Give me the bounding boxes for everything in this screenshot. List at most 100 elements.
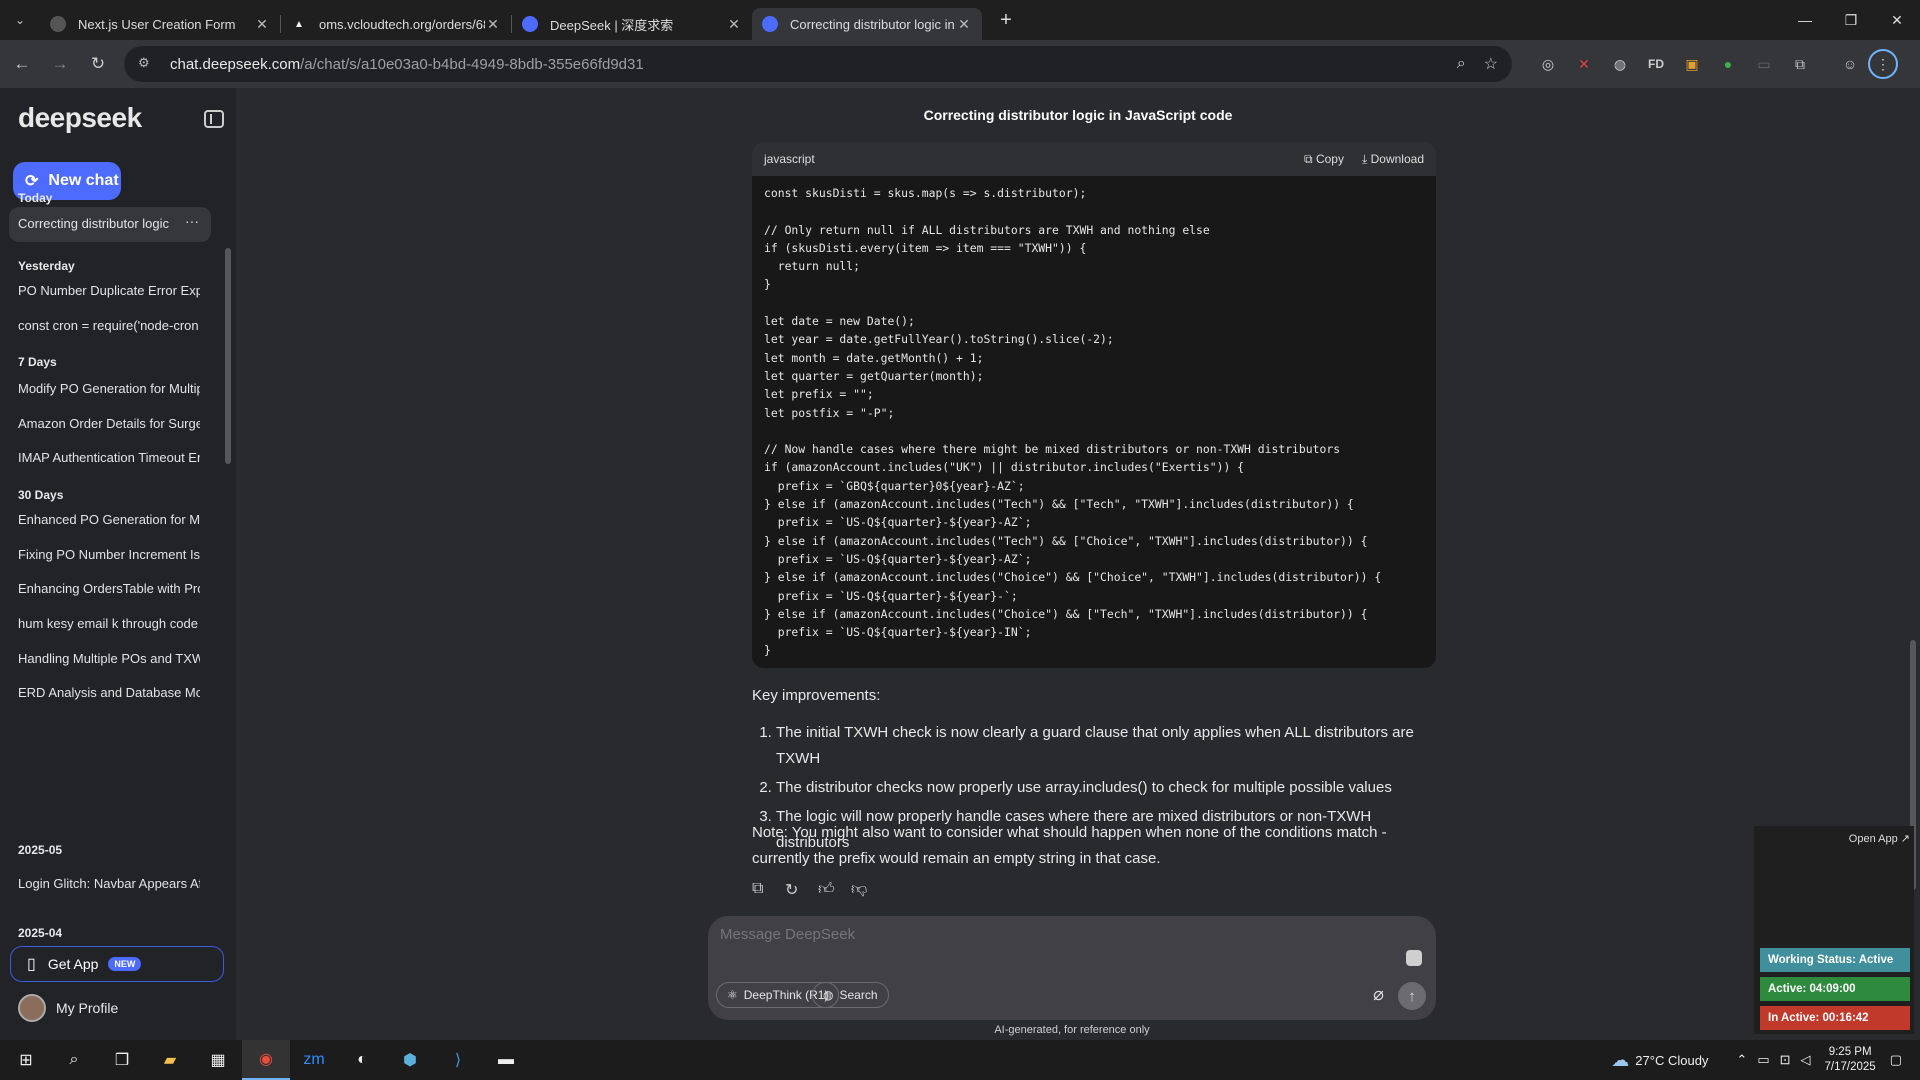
notifications-icon[interactable]: ▢: [1890, 1052, 1902, 1068]
group-label-today: Today: [18, 191, 53, 205]
tab-search-icon[interactable]: ⌄: [0, 0, 40, 40]
chevron-up-icon[interactable]: ⌃: [1736, 1052, 1747, 1068]
group-label-2025-05: 2025-05: [18, 843, 63, 857]
close-window-icon[interactable]: ✕: [1874, 0, 1920, 40]
attach-icon[interactable]: ⌀: [1373, 984, 1384, 1005]
badge-extension-icon[interactable]: ▣: [1674, 46, 1710, 82]
list-item: The initial TXWH check is now clearly a …: [776, 720, 1442, 772]
chrome-menu-icon[interactable]: ⋮: [1868, 49, 1898, 79]
browser-tab-1[interactable]: Next.js User Creation Form ✕: [40, 8, 280, 40]
network-icon[interactable]: ⊡: [1780, 1052, 1791, 1068]
battery-icon[interactable]: ▭: [1757, 1052, 1769, 1068]
search-icon[interactable]: ⌕: [50, 1040, 98, 1080]
task-view-icon[interactable]: ❒: [98, 1040, 146, 1080]
clock[interactable]: 9:25 PM 7/17/2025: [1825, 1045, 1876, 1075]
profile-avatar-icon[interactable]: ☺: [1832, 46, 1868, 82]
download-icon: ⤓: [1361, 151, 1368, 166]
date-text: 7/17/2025: [1824, 1061, 1876, 1073]
new-badge: NEW: [108, 957, 142, 971]
weather-text[interactable]: 27°C Cloudy: [1635, 1053, 1708, 1068]
close-icon[interactable]: ✕: [956, 16, 972, 33]
copy-label: Copy: [1315, 151, 1344, 166]
browser-tab-3[interactable]: DeepSeek | 深度求索 ✕: [512, 8, 752, 40]
browser-tab-2[interactable]: ▲ oms.vcloudtech.org/orders/687 ✕: [281, 8, 511, 40]
tab-title: Correcting distributor logic in J: [790, 16, 956, 32]
copy-code-button[interactable]: ⧉ Copy: [1304, 152, 1344, 167]
message-input[interactable]: [720, 926, 1320, 943]
file-explorer-icon[interactable]: ▰: [146, 1040, 194, 1080]
back-icon[interactable]: ←: [4, 46, 40, 82]
list-item: The distributor checks now properly use …: [776, 775, 1442, 801]
new-tab-icon[interactable]: +: [992, 9, 1020, 32]
download-label: Download: [1370, 151, 1424, 166]
zoom-icon[interactable]: ⌕: [1457, 55, 1466, 73]
chat-item[interactable]: Fixing PO Number Increment Iss: [18, 547, 200, 565]
site-info-icon[interactable]: ⚙: [138, 55, 156, 73]
globe-extension-icon[interactable]: ◍: [1602, 46, 1638, 82]
thumbs-up-icon[interactable]: 👍︎: [818, 880, 851, 900]
more-options-icon[interactable]: ···: [185, 213, 199, 229]
fd-extension-icon[interactable]: FD: [1638, 46, 1674, 82]
triangle-favicon-icon: ▲: [294, 18, 304, 30]
chat-item[interactable]: const cron = require('node-cron: [18, 318, 200, 336]
download-code-button[interactable]: ⤓ Download: [1362, 152, 1424, 167]
start-windows-icon[interactable]: ⊞: [2, 1040, 50, 1080]
reload-icon[interactable]: ↻: [80, 46, 116, 82]
chat-item[interactable]: ERD Analysis and Database Mod: [18, 685, 200, 703]
chat-item[interactable]: Handling Multiple POs and TXW: [18, 651, 200, 669]
close-icon[interactable]: ✕: [726, 16, 742, 33]
chat-item[interactable]: Amazon Order Details for Surge: [18, 416, 200, 434]
sidebar-scrollbar[interactable]: [225, 248, 231, 464]
vscode-icon[interactable]: ⟩: [434, 1040, 482, 1080]
zoom-app-icon[interactable]: zm: [290, 1040, 338, 1080]
bookmark-star-icon[interactable]: ☆: [1484, 54, 1498, 74]
address-bar[interactable]: ⚙ chat.deepseek.com /a/chat/s/a10e03a0-b…: [124, 46, 1512, 82]
store-icon[interactable]: ▦: [194, 1040, 242, 1080]
get-app-button[interactable]: ▯ Get App NEW: [10, 946, 224, 982]
chat-item[interactable]: Enhanced PO Generation for Mu: [18, 512, 200, 530]
volume-icon[interactable]: ◁: [1801, 1052, 1811, 1068]
chat-item-active[interactable]: Correcting distributor logic ···: [9, 207, 211, 242]
extensions-puzzle-icon[interactable]: ⧉: [1782, 46, 1818, 82]
browser-tab-4[interactable]: Correcting distributor logic in J ✕: [752, 8, 982, 40]
minimize-icon[interactable]: —: [1782, 0, 1828, 40]
copy-message-icon[interactable]: ⧉: [752, 880, 785, 900]
group-label-30-days: 30 Days: [18, 488, 64, 502]
regenerate-icon[interactable]: ↻: [785, 880, 818, 900]
restore-icon[interactable]: ❐: [1828, 0, 1874, 40]
cast-extension-icon[interactable]: ▭: [1746, 46, 1782, 82]
glasses-extension-icon[interactable]: ◎: [1530, 46, 1566, 82]
open-app-link[interactable]: Open App ↗: [1849, 832, 1910, 845]
message-actions: ⧉ ↻ 👍︎ 👎︎: [752, 880, 884, 900]
search-toggle[interactable]: ◍ Search: [812, 982, 889, 1008]
sidebar: deepseek ⟳ New chat Today Correcting dis…: [0, 88, 236, 1040]
close-icon[interactable]: ✕: [485, 16, 501, 33]
chat-item[interactable]: hum kesy email k through code: [18, 616, 200, 634]
robot-icon[interactable]: [1406, 950, 1422, 966]
app-icon[interactable]: ⬢: [386, 1040, 434, 1080]
chat-title: Correcting distributor logic in JavaScri…: [923, 107, 1233, 123]
new-chat-icon: ⟳: [25, 173, 39, 190]
chrome-icon[interactable]: ◉: [242, 1040, 290, 1080]
screen: ⌄ Next.js User Creation Form ✕ ▲ oms.vcl…: [0, 0, 1920, 1080]
x-extension-icon[interactable]: ✕: [1566, 46, 1602, 82]
thumbs-down-icon[interactable]: 👎︎: [851, 880, 884, 900]
chat-item[interactable]: Modify PO Generation for Multip: [18, 381, 200, 399]
deepseek-favicon-icon: [522, 16, 538, 32]
group-label-yesterday: Yesterday: [18, 259, 75, 273]
browser-tab-bar: ⌄ Next.js User Creation Form ✕ ▲ oms.vcl…: [0, 0, 1920, 40]
chat-item-label: Correcting distributor logic: [18, 216, 170, 231]
forward-icon[interactable]: →: [42, 46, 78, 82]
collapse-sidebar-icon[interactable]: [204, 110, 224, 128]
close-icon[interactable]: ✕: [254, 16, 270, 33]
time-text: 9:25 PM: [1828, 1046, 1872, 1058]
chat-item[interactable]: Enhancing OrdersTable with Pro: [18, 581, 200, 599]
green-extension-icon[interactable]: ●: [1710, 46, 1746, 82]
send-button[interactable]: ↑: [1398, 982, 1426, 1010]
chat-item[interactable]: Login Glitch: Navbar Appears Af: [18, 876, 200, 894]
my-profile-button[interactable]: My Profile: [18, 994, 118, 1022]
chat-item[interactable]: PO Number Duplicate Error Expl: [18, 283, 200, 301]
app-icon[interactable]: ◐: [338, 1040, 386, 1080]
terminal-icon[interactable]: ▬: [482, 1040, 530, 1080]
chat-item[interactable]: IMAP Authentication Timeout Er: [18, 450, 200, 468]
